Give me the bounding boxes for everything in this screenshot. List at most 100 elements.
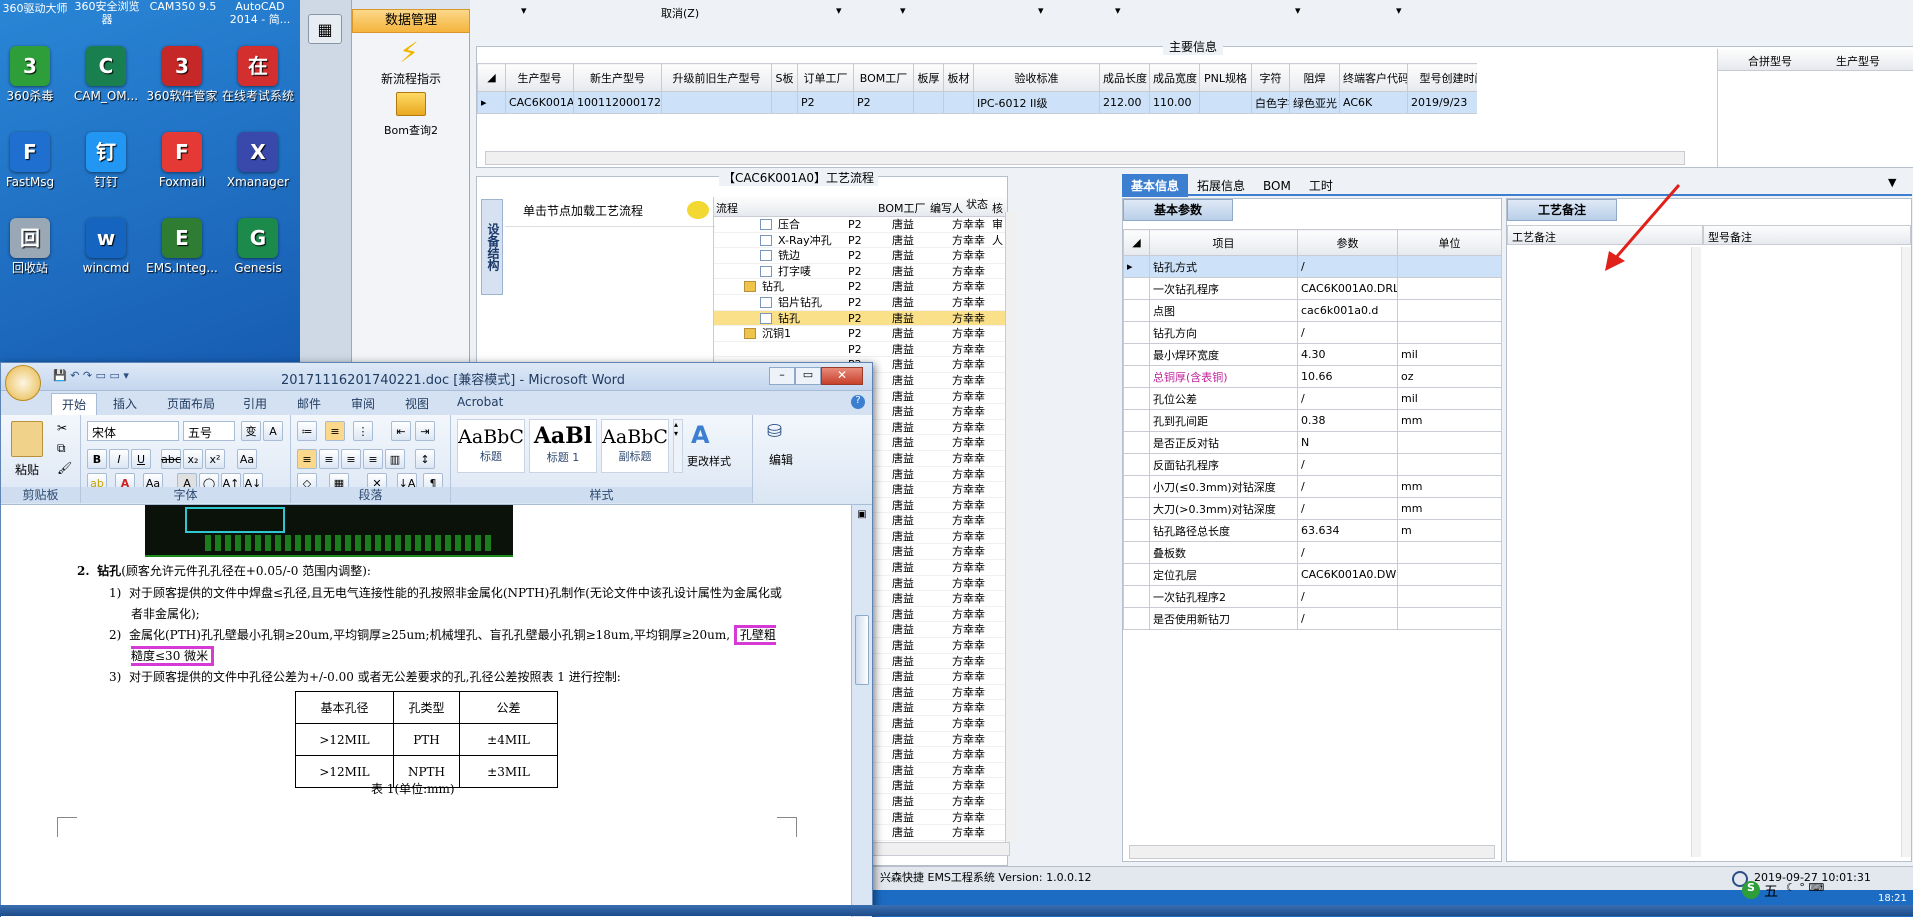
param-value[interactable]: 0.38 <box>1297 409 1398 432</box>
main-info-cell[interactable] <box>771 91 798 114</box>
param-row[interactable]: 大刀(>0.3mm)对钻深度 / mm <box>1123 497 1502 520</box>
param-value[interactable]: CAC6K001A0.DRL <box>1297 277 1398 300</box>
paste-label[interactable]: 粘贴 <box>15 461 39 478</box>
param-value[interactable]: / <box>1297 255 1398 278</box>
paste-icon[interactable] <box>11 421 43 457</box>
strike-button[interactable]: abc <box>161 449 181 469</box>
desktop-icon[interactable]: w wincmd <box>66 218 146 275</box>
main-info-hscroll[interactable] <box>485 151 1685 165</box>
param-row[interactable]: ▸ 钻孔方式 / <box>1123 255 1502 278</box>
main-info-cell[interactable]: 212.00 <box>1099 91 1150 114</box>
numbering-button[interactable]: ≡ <box>325 421 345 441</box>
desktop-icon[interactable]: 3 360杀毒 <box>0 46 70 103</box>
main-info-cell[interactable]: AC6K <box>1339 91 1408 114</box>
desktop-icon[interactable]: C CAM_OM... <box>66 46 146 103</box>
format-painter-icon[interactable]: 🖌 <box>57 461 72 475</box>
tabbar-dropdown-icon[interactable]: ▼ <box>1888 176 1896 189</box>
align-left-button[interactable]: ≡ <box>297 449 317 469</box>
param-row[interactable]: 总铜厚(含表铜) 10.66 oz <box>1123 365 1502 388</box>
tab-acrobat[interactable]: Acrobat <box>457 395 503 409</box>
main-info-col[interactable]: 型号创建时间 <box>1407 63 1477 92</box>
desktop-icon[interactable]: 3 360软件管家 <box>142 46 222 103</box>
process-row[interactable]: 压合P2唐益方幸幸已审核 <box>714 217 1007 233</box>
param-row[interactable]: 孔位公差 / mil <box>1123 387 1502 410</box>
change-styles-label[interactable]: 更改样式 <box>687 453 747 469</box>
cut-icon[interactable]: ✂ <box>57 421 67 435</box>
line-spacing-button[interactable]: ↕ <box>415 449 435 469</box>
tab-layout[interactable]: 页面布局 <box>167 395 215 412</box>
model-remarks-vscroll[interactable] <box>1901 247 1911 857</box>
param-row[interactable]: 是否正反对钻 N <box>1123 431 1502 454</box>
calculator-icon[interactable]: ▦ <box>308 14 342 44</box>
process-row[interactable]: P2唐益方幸幸已审核 <box>714 342 1007 358</box>
tab-insert[interactable]: 插入 <box>113 395 137 412</box>
main-info-cell[interactable]: 110.00 <box>1149 91 1200 114</box>
desktop-icon[interactable]: 回回收站 <box>0 218 70 275</box>
desktop-label[interactable]: 360安全浏览器 <box>72 0 142 26</box>
tab-basic-info[interactable]: 基本信息 <box>1122 174 1189 197</box>
main-info-cell[interactable] <box>661 91 772 114</box>
main-info-cell[interactable]: 2019/9/23 <box>1407 91 1477 114</box>
desktop-icon[interactable]: 钉钉钉 <box>66 132 146 189</box>
tab-bom[interactable]: BOM <box>1254 176 1300 196</box>
device-structure-tab[interactable]: 设备结构 <box>481 199 503 295</box>
styles-scroll[interactable]: ▴ ▾ <box>673 419 683 473</box>
tab-mailings[interactable]: 邮件 <box>297 395 321 412</box>
main-info-cell[interactable]: CAC6K001A0 <box>505 91 574 114</box>
param-row[interactable]: 是否使用新钻刀 / <box>1123 607 1502 630</box>
param-value[interactable]: / <box>1297 607 1398 630</box>
desktop-icon[interactable]: X Xmanager <box>218 132 298 189</box>
main-info-col[interactable]: 成品宽度 <box>1149 63 1200 92</box>
param-value[interactable]: N <box>1297 431 1398 454</box>
main-info-col[interactable]: 板厚 <box>913 63 944 92</box>
param-row[interactable]: 孔到孔间距 0.38 mm <box>1123 409 1502 432</box>
param-row[interactable]: 最小焊环宽度 4.30 mil <box>1123 343 1502 366</box>
quick-access-icons[interactable]: 💾 ↶ ↷ ▭ ▭ ▾ <box>53 369 129 382</box>
main-info-cell[interactable] <box>913 91 944 114</box>
param-value[interactable]: 10.66 <box>1297 365 1398 388</box>
main-info-cell[interactable]: 白色字符 <box>1251 91 1290 114</box>
style-title[interactable]: AaBbC 标题 <box>457 419 525 473</box>
param-row[interactable]: 点图 cac6k001a0.d <box>1123 299 1502 322</box>
desktop-icon[interactable]: G Genesis <box>218 218 298 275</box>
param-value[interactable]: 63.634 <box>1297 519 1398 542</box>
param-value[interactable]: / <box>1297 453 1398 476</box>
desktop-label[interactable]: AutoCAD 2014 - 简... <box>222 0 298 26</box>
param-value[interactable]: / <box>1297 585 1398 608</box>
subscript-button[interactable]: x₂ <box>183 449 203 469</box>
ime-s-icon[interactable]: S <box>1742 881 1760 899</box>
ruler-toggle-icon[interactable]: ▣ <box>855 509 869 523</box>
align-center-button[interactable]: ≡ <box>319 449 339 469</box>
nav-bom-query[interactable]: Bom查询2 <box>352 122 470 138</box>
desktop-icon[interactable]: 在在线考试系统 <box>218 46 298 103</box>
tab-work-hours[interactable]: 工时 <box>1300 174 1342 197</box>
distribute-button[interactable]: ▥ <box>385 449 405 469</box>
copy-icon[interactable]: ⧉ <box>57 441 66 456</box>
param-row[interactable]: 一次钻孔程序2/ <box>1123 585 1502 608</box>
main-info-cell[interactable] <box>1199 91 1252 114</box>
tab-view[interactable]: 视图 <box>405 395 429 412</box>
nav-data-management[interactable]: 数据管理 <box>352 9 470 33</box>
increase-indent-button[interactable]: ⇥ <box>415 421 435 441</box>
align-right-button[interactable]: ≡ <box>341 449 361 469</box>
superscript-button[interactable]: x² <box>205 449 225 469</box>
desktop-icon[interactable]: F FastMsg <box>0 132 70 189</box>
param-value[interactable]: / <box>1297 497 1398 520</box>
process-row[interactable]: 铣边P2唐益方幸幸已审核 <box>714 248 1007 264</box>
main-info-col[interactable]: 阻焊 <box>1289 63 1340 92</box>
param-value[interactable]: 4.30 <box>1297 343 1398 366</box>
main-info-cell[interactable]: 绿色亚光 <box>1289 91 1340 114</box>
desktop-label[interactable]: CAM350 9.5 <box>148 0 218 13</box>
param-value[interactable]: / <box>1297 387 1398 410</box>
process-row[interactable]: X-Ray冲孔P2唐益方幸幸已审核 <box>714 233 1007 249</box>
ime-label[interactable]: 五 <box>1764 881 1778 901</box>
process-row[interactable]: 钻孔P2唐益方幸幸已审核 <box>714 310 1007 327</box>
param-row[interactable]: 反面钻孔程序 / <box>1123 453 1502 476</box>
main-info-col[interactable]: PNL规格 <box>1199 63 1252 92</box>
chevron-down-icon[interactable]: ▾ <box>1038 4 1044 17</box>
main-info-col[interactable]: 订单工厂 <box>797 63 854 92</box>
process-row[interactable]: 钻孔P2唐益方幸幸已审核 <box>714 279 1007 295</box>
main-info-col[interactable]: BOM工厂 <box>853 63 914 92</box>
basic-params-hscroll[interactable] <box>1129 845 1495 859</box>
param-row[interactable]: 一次钻孔程序 CAC6K001A0.DRL <box>1123 277 1502 300</box>
